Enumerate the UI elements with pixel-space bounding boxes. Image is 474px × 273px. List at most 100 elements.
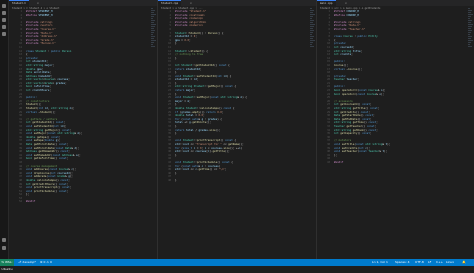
minimap-line [151, 46, 156, 47]
code-token: studentId [32, 60, 47, 64]
code-text: #endif [334, 161, 343, 165]
code-token: cout [182, 150, 191, 154]
code-token: #include [26, 24, 41, 28]
language-mode[interactable]: C++ [436, 259, 443, 266]
code-token: // mutators [334, 139, 352, 143]
code-token: return [206, 110, 218, 114]
code-token: ; [352, 45, 355, 49]
code-token: return [175, 89, 186, 93]
code-token: ; [52, 63, 55, 67]
code-token: (); [36, 103, 42, 107]
code-token: const [223, 107, 233, 111]
search-icon[interactable] [2, 11, 6, 15]
code-token: Address [26, 150, 39, 154]
code-token: double [175, 107, 186, 111]
minimap[interactable] [468, 8, 473, 48]
code-token: Student [182, 160, 194, 164]
code-token: Date [26, 142, 34, 146]
code-token: const [365, 114, 374, 118]
code-line[interactable]: 43 #endif [317, 161, 468, 165]
extensions-icon[interactable] [2, 32, 6, 36]
indentation[interactable]: Spaces: 4 [395, 259, 410, 266]
code-token: Teacher [334, 125, 347, 128]
code-token: () { [217, 31, 224, 35]
code-token: #endif [334, 160, 344, 164]
code-token: #ifndef [26, 10, 39, 13]
source-control-icon[interactable] [2, 18, 6, 22]
minimap-line [468, 18, 471, 19]
code-token: setMajor [33, 132, 47, 136]
code-token: "Teacher.h" [348, 27, 366, 31]
code-token: (); [239, 142, 244, 146]
code-token: ; [376, 121, 378, 125]
remote-indicator[interactable]: ⇆ WSL: Ubuntu [0, 259, 14, 271]
code-token: } [175, 56, 177, 60]
tab-label: Student.h [12, 2, 27, 5]
code-token: } [175, 178, 177, 182]
gear-icon[interactable] [2, 246, 6, 250]
minimap[interactable] [151, 8, 156, 48]
minimap-line [468, 32, 472, 33]
code-line[interactable]: 54 #endif [9, 200, 151, 204]
code-token: ; [351, 53, 353, 57]
code-token: ; [63, 121, 66, 125]
code-token: #include [175, 24, 190, 28]
code-token: "Student.h" [189, 10, 207, 13]
code-token: "Address.h" [40, 35, 58, 39]
activity-bar [0, 0, 9, 259]
account-icon[interactable] [2, 238, 6, 242]
bell-icon[interactable]: 🔔 [462, 259, 466, 266]
code-token: #include [26, 42, 41, 46]
code-token: ) { [242, 96, 247, 100]
code-token: getCourseId [340, 103, 358, 107]
code-editor[interactable]: 1 #include "Student.h" 2 #include <iostream… [158, 10, 310, 183]
code-token: addCourse [33, 168, 48, 172]
close-icon[interactable]: × [345, 0, 347, 6]
minimap-line [151, 8, 153, 9]
code-token: #ifndef [334, 10, 347, 13]
code-text: #endif [26, 200, 35, 204]
code-token: public: [334, 60, 345, 64]
code-token: Course [334, 63, 344, 67]
minimap-line [151, 32, 155, 33]
minimap-line [151, 42, 155, 43]
code-token: teacher [346, 78, 358, 82]
code-token: enrollDate [33, 71, 50, 75]
code-token: { [231, 160, 233, 164]
minimap-line [468, 20, 473, 21]
code-token: const [362, 103, 370, 107]
run-debug-icon[interactable] [2, 25, 6, 29]
code-token: const [225, 85, 235, 89]
problems-indicator[interactable]: ⊗ 0 ⚠ 0 [40, 259, 52, 266]
minimap-line [151, 16, 155, 17]
cursor-position[interactable]: Ln 1, Col 1 [372, 259, 388, 266]
code-editor[interactable]: 1 #ifndef STUDENT_H 2 #define STUDENT_H 3 4 #i… [9, 10, 151, 204]
line-ending[interactable]: LF [428, 259, 431, 266]
close-icon[interactable]: × [37, 0, 39, 6]
platform[interactable]: Linux [446, 259, 454, 266]
minimap[interactable] [310, 8, 315, 48]
code-token: const [55, 121, 64, 125]
code-token: ; [369, 103, 372, 107]
code-token: { [234, 85, 236, 89]
code-editor[interactable]: 1 #ifndef COURSE_H 2 #define COURSE_H 3 4 #inc… [317, 10, 468, 165]
code-token: ) { [226, 74, 232, 78]
encoding[interactable]: UTF-8 [415, 259, 424, 266]
code-line[interactable]: 48} [158, 179, 310, 183]
code-token: Teacher [334, 78, 347, 82]
minimap-line [151, 36, 155, 37]
code-token: double [44, 139, 56, 143]
code-token: void [26, 139, 34, 143]
branch-indicator[interactable]: ⎇ develop* [18, 259, 36, 266]
minimap-line [151, 28, 154, 29]
code-token: #include [334, 27, 349, 31]
code-token: (); [225, 150, 230, 154]
explorer-icon[interactable] [2, 4, 6, 8]
code-token: Course [44, 78, 55, 82]
minimap-line [468, 38, 471, 39]
close-icon[interactable]: × [190, 0, 192, 6]
code-token: ; [376, 128, 378, 132]
code-token: // nothing to free [175, 53, 204, 57]
code-token: void [26, 186, 34, 190]
code-token: ; [369, 132, 372, 136]
